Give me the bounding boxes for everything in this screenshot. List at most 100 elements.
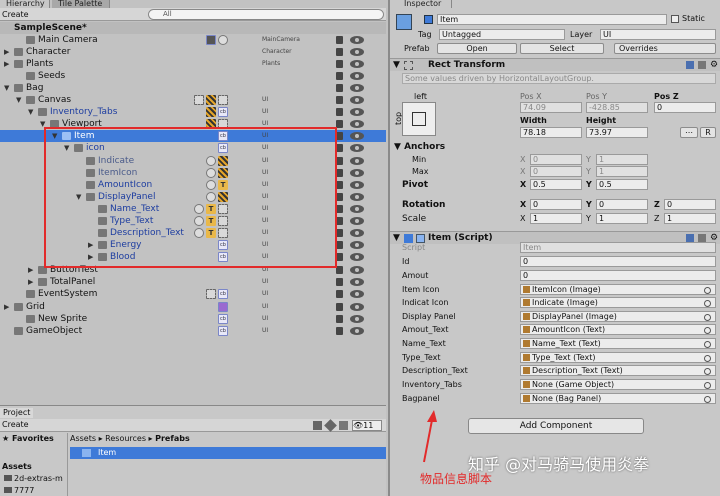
expand-arrow-icon[interactable]: ▼ xyxy=(28,106,33,118)
prefab-select-button[interactable]: Select xyxy=(520,43,604,54)
visibility-eye-icon[interactable] xyxy=(350,278,364,286)
hierarchy-row-main-camera[interactable]: Main Camera MainCamera xyxy=(0,34,386,46)
field-value-bagpanel[interactable]: None (Bag Panel) xyxy=(520,393,716,404)
object-picker-icon[interactable] xyxy=(704,287,711,294)
field-value-amout-text[interactable]: AmountIcon (Text) xyxy=(520,324,716,335)
posz-field[interactable]: 0 xyxy=(654,102,716,113)
hierarchy-row-plants[interactable]: ▶ Plants Plants xyxy=(0,58,386,70)
presets-icon[interactable] xyxy=(698,234,706,242)
breadcrumb-prefabs[interactable]: Prefabs xyxy=(155,434,190,443)
visibility-eye-icon[interactable] xyxy=(350,205,364,213)
pickable-hand-icon[interactable] xyxy=(336,241,343,249)
hierarchy-row-bag[interactable]: ▼ Bag xyxy=(0,82,386,94)
expand-arrow-icon[interactable]: ▼ xyxy=(4,82,9,94)
field-value-indicat-icon[interactable]: Indicate (Image) xyxy=(520,297,716,308)
breadcrumb-assets[interactable]: Assets xyxy=(70,434,96,443)
object-picker-icon[interactable] xyxy=(704,368,711,375)
pickable-hand-icon[interactable] xyxy=(336,169,343,177)
hierarchy-row-gameobject[interactable]: GameObject cb UI xyxy=(0,325,386,337)
visibility-eye-icon[interactable] xyxy=(350,84,364,92)
pickable-hand-icon[interactable] xyxy=(336,96,343,104)
scale-y[interactable]: 1 xyxy=(596,213,648,224)
pickable-hand-icon[interactable] xyxy=(336,72,343,80)
pickable-hand-icon[interactable] xyxy=(336,217,343,225)
scale-x[interactable]: 1 xyxy=(530,213,582,224)
pickable-hand-icon[interactable] xyxy=(336,157,343,165)
active-checkbox[interactable] xyxy=(424,15,433,24)
rotation-y[interactable]: 0 xyxy=(596,199,648,210)
breadcrumb-resources[interactable]: Resources xyxy=(105,434,146,443)
object-picker-icon[interactable] xyxy=(704,314,711,321)
hierarchy-row-character[interactable]: ▶ Character Character xyxy=(0,46,386,58)
visibility-eye-icon[interactable] xyxy=(350,120,364,128)
collapse-arrow-icon[interactable]: ▶ xyxy=(28,276,33,288)
pickable-hand-icon[interactable] xyxy=(336,36,343,44)
field-value-amout[interactable]: 0 xyxy=(520,270,716,281)
hierarchy-row-seeds[interactable]: Seeds xyxy=(0,70,386,82)
field-value-inventory-tabs[interactable]: None (Game Object) xyxy=(520,379,716,390)
visibility-eye-icon[interactable] xyxy=(350,241,364,249)
height-field[interactable]: 73.97 xyxy=(586,127,648,138)
field-value-id[interactable]: 0 xyxy=(520,256,716,267)
expand-arrow-icon[interactable]: ▼ xyxy=(16,94,21,106)
project-item-selected[interactable]: Item xyxy=(70,447,386,459)
hierarchy-row-eventsystem[interactable]: EventSystem cb UI xyxy=(0,288,386,300)
settings-gear-icon[interactable]: ⚙ xyxy=(710,59,718,72)
tab-project[interactable]: Project xyxy=(0,408,34,418)
anchor-preset-button[interactable] xyxy=(402,102,436,136)
object-picker-icon[interactable] xyxy=(704,300,711,307)
presets-icon[interactable] xyxy=(698,61,706,69)
object-name-input[interactable]: Item xyxy=(437,14,667,25)
pickable-hand-icon[interactable] xyxy=(336,193,343,201)
pickable-hand-icon[interactable] xyxy=(336,108,343,116)
visibility-eye-icon[interactable] xyxy=(350,36,364,44)
object-picker-icon[interactable] xyxy=(704,382,711,389)
visibility-eye-icon[interactable] xyxy=(350,72,364,80)
pickable-hand-icon[interactable] xyxy=(336,327,343,335)
visibility-eye-icon[interactable] xyxy=(350,60,364,68)
favorites-header[interactable]: ★ Favorites xyxy=(2,434,54,443)
foldout-arrow-icon[interactable]: ▼ xyxy=(393,59,400,72)
pickable-hand-icon[interactable] xyxy=(336,303,343,311)
posx-field[interactable]: 74.09 xyxy=(520,102,582,113)
posy-field[interactable]: -428.85 xyxy=(586,102,648,113)
field-value-item-icon[interactable]: ItemIcon (Image) xyxy=(520,284,716,295)
visibility-eye-icon[interactable] xyxy=(350,266,364,274)
visibility-eye-icon[interactable] xyxy=(350,303,364,311)
visibility-eye-icon[interactable] xyxy=(350,108,364,116)
visibility-eye-icon[interactable] xyxy=(350,144,364,152)
help-icon[interactable] xyxy=(686,234,694,242)
label-icon[interactable] xyxy=(324,419,337,432)
help-icon[interactable] xyxy=(686,61,694,69)
pickable-hand-icon[interactable] xyxy=(336,253,343,261)
object-picker-icon[interactable] xyxy=(704,396,711,403)
hierarchy-row-new-sprite[interactable]: New Sprite cb UI xyxy=(0,313,386,325)
object-picker-icon[interactable] xyxy=(704,341,711,348)
visibility-eye-icon[interactable] xyxy=(350,169,364,177)
pickable-hand-icon[interactable] xyxy=(336,229,343,237)
pickable-hand-icon[interactable] xyxy=(336,60,343,68)
collapse-arrow-icon[interactable]: ▶ xyxy=(28,264,33,276)
visibility-eye-icon[interactable] xyxy=(350,327,364,335)
visibility-eye-icon[interactable] xyxy=(350,193,364,201)
tag-dropdown[interactable]: Untagged xyxy=(439,29,565,40)
raw-edit-button[interactable]: R xyxy=(700,127,716,138)
pickable-hand-icon[interactable] xyxy=(336,278,343,286)
tab-tile-palette[interactable]: Tile Palette xyxy=(52,0,110,8)
pickable-hand-icon[interactable] xyxy=(336,315,343,323)
anchor-max-y[interactable]: 1 xyxy=(596,166,648,177)
scale-z[interactable]: 1 xyxy=(664,213,716,224)
visibility-eye-icon[interactable] xyxy=(350,253,364,261)
tab-hierarchy[interactable]: Hierarchy xyxy=(0,0,50,8)
component-enabled-checkbox[interactable] xyxy=(404,234,413,243)
anchor-min-x[interactable]: 0 xyxy=(530,154,582,165)
anchors-foldout[interactable]: ▼ Anchors xyxy=(394,142,445,152)
assets-header[interactable]: Assets xyxy=(2,462,32,471)
visibility-eye-icon[interactable] xyxy=(350,181,364,189)
anchor-min-y[interactable]: 1 xyxy=(596,154,648,165)
pivot-y[interactable]: 0.5 xyxy=(596,179,648,190)
pickable-hand-icon[interactable] xyxy=(336,290,343,298)
width-field[interactable]: 78.18 xyxy=(520,127,582,138)
collapse-arrow-icon[interactable]: ▶ xyxy=(4,58,9,70)
project-create-dropdown[interactable]: Create xyxy=(2,420,29,429)
